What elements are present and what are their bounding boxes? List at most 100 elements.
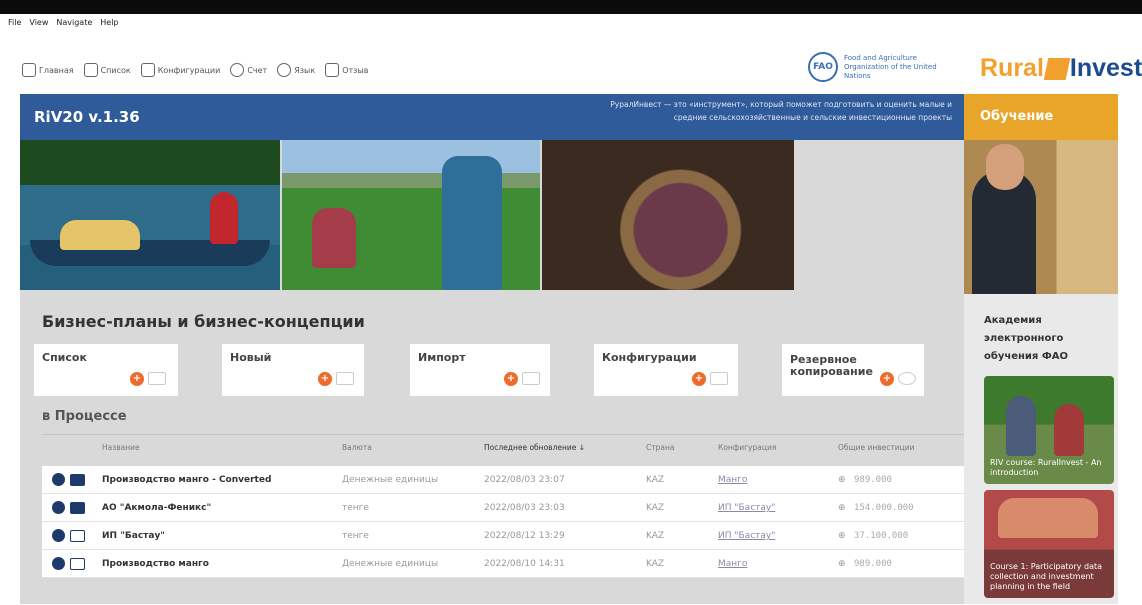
row-investment: 989.000 xyxy=(854,559,892,569)
nav-home[interactable]: Главная xyxy=(22,63,74,77)
nav-label: Главная xyxy=(39,65,74,75)
row-name: ИП "Бастау" xyxy=(102,531,165,541)
row-updated: 2022/08/12 13:29 xyxy=(484,531,565,541)
nav-config[interactable]: Конфигурации xyxy=(140,63,220,77)
table-row[interactable]: ИП "Бастау" тенге 2022/08/12 13:29 KAZ И… xyxy=(42,522,970,550)
nav-label: Список xyxy=(100,65,131,75)
row-country: KAZ xyxy=(646,503,665,513)
col-name[interactable]: Название xyxy=(102,443,140,452)
col-country[interactable]: Страна xyxy=(646,443,674,452)
window-top-bar xyxy=(0,0,1142,14)
folder-icon xyxy=(148,372,166,385)
photo-field xyxy=(282,140,540,290)
add-icon: + xyxy=(504,372,518,386)
row-updated: 2022/08/10 14:31 xyxy=(484,559,565,569)
card-label: Конфигурации xyxy=(602,351,697,364)
person-shape xyxy=(442,156,502,290)
status-icon[interactable] xyxy=(52,557,65,570)
row-config-link[interactable]: ИП "Бастау" xyxy=(718,503,775,513)
row-country: KAZ xyxy=(646,475,665,485)
row-config-link[interactable]: ИП "Бастау" xyxy=(718,531,775,541)
folder-icon[interactable] xyxy=(70,502,85,514)
menu-navigate[interactable]: Navigate xyxy=(56,18,92,27)
brand-part2: Invest xyxy=(1069,54,1142,82)
card-import[interactable]: Импорт + xyxy=(410,344,550,396)
row-currency: тенге xyxy=(342,503,369,513)
folder-icon[interactable] xyxy=(70,474,85,486)
app-tagline: РуралИнвест — это «инструмент», который … xyxy=(610,100,952,122)
section-title: Бизнес-планы и бизнес-концепции xyxy=(42,312,365,331)
fao-text: Food and Agriculture Organization of the… xyxy=(844,53,937,80)
face-shape xyxy=(986,144,1024,190)
brand-mark-icon xyxy=(1043,57,1071,80)
brand-part1: Rural xyxy=(980,54,1044,82)
person-shape xyxy=(210,192,238,244)
course-thumbnail[interactable]: RIV course: RuralInvest - An introductio… xyxy=(984,376,1114,484)
card-list[interactable]: Список + xyxy=(34,344,178,396)
menu-file[interactable]: File xyxy=(8,18,21,27)
card-label: Импорт xyxy=(418,351,466,364)
folder-icon[interactable] xyxy=(70,530,85,542)
status-icon[interactable] xyxy=(52,473,65,486)
row-config-link[interactable]: Манго xyxy=(718,559,747,569)
table-row[interactable]: Производство манго Денежные единицы 2022… xyxy=(42,550,970,578)
main-panel: RiV20 v.1.36 РуралИнвест — это «инструме… xyxy=(20,94,970,604)
nav-list[interactable]: Список xyxy=(83,63,131,77)
menu-view[interactable]: View xyxy=(29,18,48,27)
menu-help[interactable]: Help xyxy=(100,18,118,27)
row-investment: 154.000.000 xyxy=(854,503,914,513)
col-currency[interactable]: Валюта xyxy=(342,443,372,452)
row-name: Производство манго - Converted xyxy=(102,475,272,485)
folder-icon[interactable] xyxy=(70,558,85,570)
top-nav: Главная Список Конфигурации Счет Язык От… xyxy=(22,58,368,82)
row-country: KAZ xyxy=(646,559,665,569)
app-header: RiV20 v.1.36 РуралИнвест — это «инструме… xyxy=(20,94,964,140)
card-backup[interactable]: Резервное копирование + xyxy=(782,344,924,396)
photo-boat xyxy=(20,140,280,290)
status-icon[interactable] xyxy=(52,501,65,514)
card-configurations[interactable]: Конфигурации + xyxy=(594,344,738,396)
col-config[interactable]: Конфигурация xyxy=(718,443,776,452)
nav-feedback[interactable]: Отзыв xyxy=(325,63,368,77)
nav-account[interactable]: Счет xyxy=(230,63,267,77)
ruralinvest-logo: Rural Invest xyxy=(980,54,1142,83)
table-row[interactable]: Производство манго - Converted Денежные … xyxy=(42,466,970,494)
folder-icon xyxy=(336,372,354,385)
row-currency: тенге xyxy=(342,531,369,541)
user-icon xyxy=(230,63,245,77)
status-icon[interactable] xyxy=(52,529,65,542)
card-label: Список xyxy=(42,351,87,364)
person-shape xyxy=(1006,396,1036,456)
sidebar-title: Обучение xyxy=(980,109,1054,124)
academy-title: Академия электронного обучения ФАО xyxy=(984,315,1068,362)
row-currency: Денежные единицы xyxy=(342,559,439,569)
add-icon: + xyxy=(692,372,706,386)
fao-logo: FAO xyxy=(808,52,838,82)
photo-beans xyxy=(542,140,794,290)
row-investment: 989.000 xyxy=(854,475,892,485)
row-name: АО "Акмола-Феникс" xyxy=(102,503,212,513)
row-currency: Денежные единицы xyxy=(342,475,439,485)
col-investment[interactable]: Общие инвестиции xyxy=(838,443,915,452)
card-new[interactable]: Новый + xyxy=(222,344,364,396)
add-icon: + xyxy=(318,372,332,386)
folder-icon xyxy=(522,372,540,385)
investment-icon: ⊕ xyxy=(838,475,846,485)
col-updated[interactable]: Последнее обновление ↓ xyxy=(484,443,585,452)
investment-icon: ⊕ xyxy=(838,559,846,569)
table-row[interactable]: АО "Акмола-Феникс" тенге 2022/08/03 23:0… xyxy=(42,494,970,522)
add-icon: + xyxy=(880,372,894,386)
row-updated: 2022/08/03 23:03 xyxy=(484,503,565,513)
in-process-title: в Процессе xyxy=(42,409,127,424)
nav-label: Отзыв xyxy=(342,65,369,75)
table-header: Название Валюта Последнее обновление ↓ С… xyxy=(42,434,970,456)
course-thumbnail[interactable]: Course 1: Participatory data collection … xyxy=(984,490,1114,598)
fao-logo-block: FAO Food and Agriculture Organization of… xyxy=(808,52,962,82)
sidebar-photo xyxy=(964,140,1118,294)
app-version: RiV20 v.1.36 xyxy=(34,108,140,126)
card-label: Новый xyxy=(230,351,272,364)
nav-language[interactable]: Язык xyxy=(277,63,315,77)
backup-icon xyxy=(898,372,916,385)
row-config-link[interactable]: Манго xyxy=(718,475,747,485)
home-icon xyxy=(22,63,36,77)
